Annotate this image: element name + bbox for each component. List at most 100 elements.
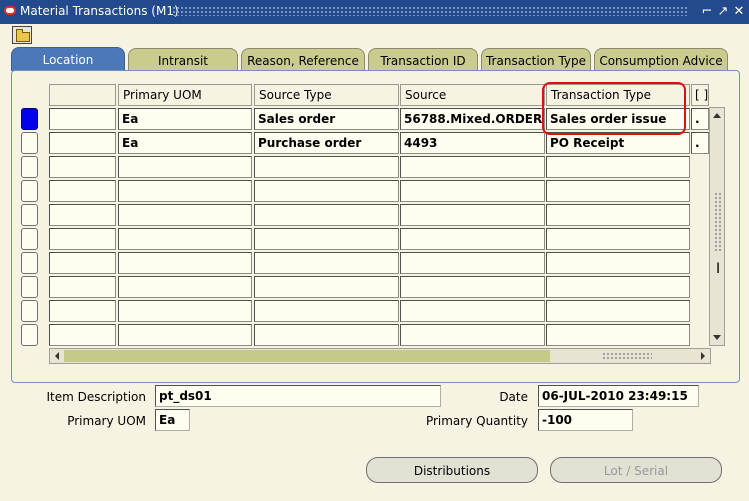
cell-hidden[interactable] xyxy=(49,276,116,298)
cell-source-type[interactable] xyxy=(254,252,399,274)
primary-uom-label: Primary UOM xyxy=(67,414,146,428)
cell-source[interactable] xyxy=(400,324,545,346)
row-selector[interactable] xyxy=(21,324,38,346)
folder-icon xyxy=(16,29,30,42)
lot-serial-button[interactable]: Lot / Serial xyxy=(550,457,722,483)
cell-source-type[interactable]: Sales order xyxy=(254,108,399,130)
row-selector[interactable] xyxy=(21,300,38,322)
primary-quantity-label: Primary Quantity xyxy=(425,414,528,428)
cell-primary-uom[interactable] xyxy=(118,180,252,202)
cell-transaction-type[interactable] xyxy=(546,204,690,226)
cell-source[interactable] xyxy=(400,204,545,226)
date-field[interactable]: 06-JUL-2010 23:49:15 xyxy=(538,385,699,407)
row-selector[interactable] xyxy=(21,276,38,298)
horizontal-scrollbar[interactable] xyxy=(49,348,711,364)
cell-source-type[interactable] xyxy=(254,204,399,226)
row-selector[interactable] xyxy=(21,108,38,130)
tab-intransit[interactable]: Intransit xyxy=(128,48,238,70)
cell-source-type[interactable]: Purchase order xyxy=(254,132,399,154)
maximize-icon[interactable]: ↗ xyxy=(716,4,730,19)
cell-source-type[interactable] xyxy=(254,276,399,298)
cell-primary-uom[interactable]: Ea xyxy=(118,108,252,130)
cell-hidden[interactable] xyxy=(49,180,116,202)
cell-primary-uom[interactable] xyxy=(118,252,252,274)
titlebar-grip xyxy=(172,6,687,16)
primary-quantity-field[interactable]: -100 xyxy=(538,409,633,431)
cell-transaction-type[interactable] xyxy=(546,156,690,178)
cell-transaction-type[interactable] xyxy=(546,180,690,202)
column-header-flex[interactable]: [ ] xyxy=(691,84,709,106)
tab-location[interactable]: Location xyxy=(11,47,125,71)
cell-hidden[interactable] xyxy=(49,132,116,154)
minimize-icon[interactable]: ⌐ xyxy=(700,4,714,19)
cell-hidden[interactable] xyxy=(49,252,116,274)
cell-hidden[interactable] xyxy=(49,228,116,250)
cell-transaction-type[interactable] xyxy=(546,300,690,322)
row-selector[interactable] xyxy=(21,204,38,226)
row-selector[interactable] xyxy=(21,156,38,178)
cell-source-type[interactable] xyxy=(254,180,399,202)
open-folder-button[interactable] xyxy=(12,26,32,44)
row-selector[interactable] xyxy=(21,180,38,202)
oracle-icon xyxy=(4,6,16,15)
cell-source[interactable] xyxy=(400,252,545,274)
transaction-type-highlight xyxy=(542,82,686,135)
row-selector[interactable] xyxy=(21,228,38,250)
distributions-button[interactable]: Distributions xyxy=(366,457,538,483)
cell-transaction-type[interactable]: PO Receipt xyxy=(546,132,690,154)
scroll-grip[interactable] xyxy=(602,352,652,360)
column-header-hidden xyxy=(49,84,116,106)
cell-transaction-type[interactable] xyxy=(546,324,690,346)
cell-source[interactable] xyxy=(400,300,545,322)
cell-source[interactable] xyxy=(400,276,545,298)
close-icon[interactable]: ✕ xyxy=(732,4,746,19)
cell-hidden[interactable] xyxy=(49,204,116,226)
vertical-scrollbar[interactable] xyxy=(709,107,725,346)
window-title: Material Transactions (M1) xyxy=(20,4,179,18)
cell-primary-uom[interactable] xyxy=(118,228,252,250)
item-description-label: Item Description xyxy=(46,390,146,404)
cell-flex[interactable]: . xyxy=(691,108,709,130)
cell-primary-uom[interactable] xyxy=(118,204,252,226)
cell-source[interactable] xyxy=(400,156,545,178)
cell-source[interactable] xyxy=(400,180,545,202)
primary-uom-field[interactable]: Ea xyxy=(155,409,190,431)
row-selector[interactable] xyxy=(21,132,38,154)
cell-primary-uom[interactable]: Ea xyxy=(118,132,252,154)
scroll-grip[interactable] xyxy=(714,192,722,252)
scroll-up-icon[interactable] xyxy=(710,109,724,121)
text-cursor-icon: I xyxy=(716,261,721,277)
tab-consumption-advice[interactable]: Consumption Advice xyxy=(594,48,728,70)
column-header-source-type: Source Type xyxy=(254,84,399,106)
cell-primary-uom[interactable] xyxy=(118,156,252,178)
cell-transaction-type[interactable] xyxy=(546,228,690,250)
row-selector[interactable] xyxy=(21,252,38,274)
horizontal-scroll-thumb[interactable] xyxy=(64,350,550,362)
cell-source[interactable]: 56788.Mixed.ORDER E xyxy=(400,108,545,130)
scroll-right-icon[interactable] xyxy=(697,349,709,363)
cell-source-type[interactable] xyxy=(254,300,399,322)
cell-primary-uom[interactable] xyxy=(118,300,252,322)
scroll-left-icon[interactable] xyxy=(51,349,63,363)
cell-hidden[interactable] xyxy=(49,156,116,178)
column-header-source: Source xyxy=(400,84,545,106)
cell-primary-uom[interactable] xyxy=(118,324,252,346)
item-description-field[interactable]: pt_ds01 xyxy=(155,385,441,407)
cell-source[interactable]: 4493 xyxy=(400,132,545,154)
cell-transaction-type[interactable] xyxy=(546,252,690,274)
tab-transaction-type[interactable]: Transaction Type xyxy=(481,48,591,70)
cell-source-type[interactable] xyxy=(254,324,399,346)
tab-reason-reference[interactable]: Reason, Reference xyxy=(241,48,365,70)
tab-transaction-id[interactable]: Transaction ID xyxy=(368,48,478,70)
cell-hidden[interactable] xyxy=(49,300,116,322)
window-titlebar: Material Transactions (M1) ⌐ ↗ ✕ xyxy=(0,0,749,24)
cell-source-type[interactable] xyxy=(254,228,399,250)
cell-primary-uom[interactable] xyxy=(118,276,252,298)
cell-flex[interactable]: . xyxy=(691,132,709,154)
cell-hidden[interactable] xyxy=(49,324,116,346)
cell-hidden[interactable] xyxy=(49,108,116,130)
cell-source-type[interactable] xyxy=(254,156,399,178)
scroll-down-icon[interactable] xyxy=(710,332,724,344)
cell-source[interactable] xyxy=(400,228,545,250)
cell-transaction-type[interactable] xyxy=(546,276,690,298)
